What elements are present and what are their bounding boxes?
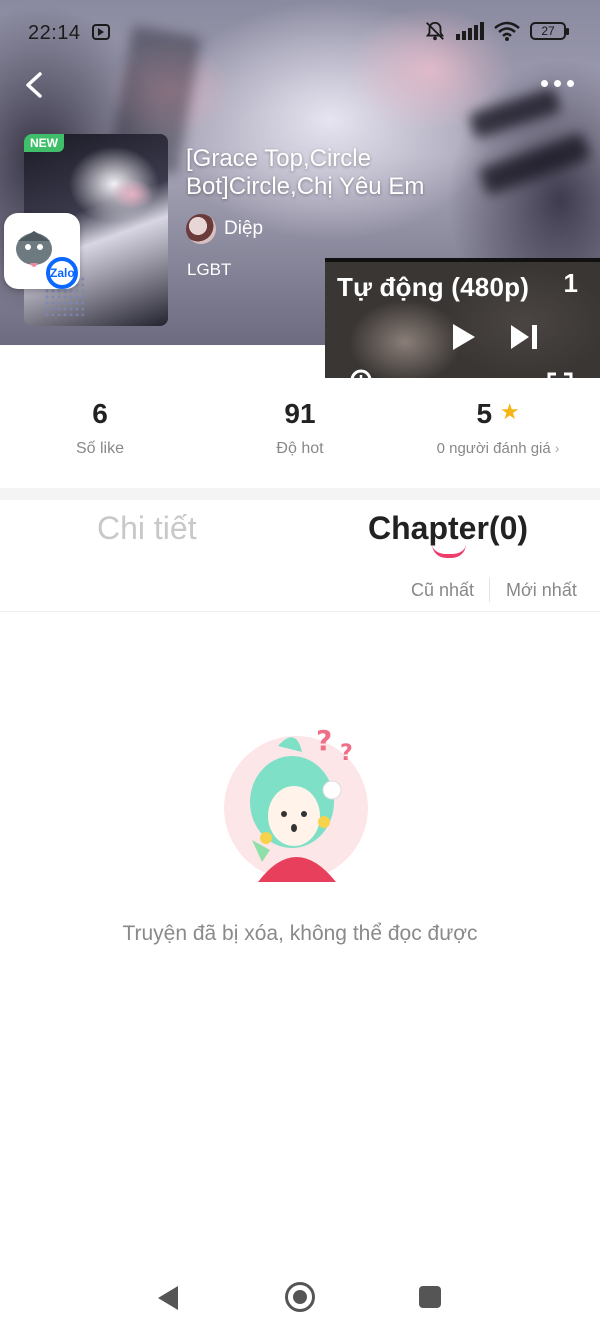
likes-count: 6 bbox=[92, 398, 108, 429]
wifi-icon bbox=[494, 21, 520, 41]
author-name: Diệp bbox=[224, 218, 264, 239]
back-arrow-icon[interactable] bbox=[20, 68, 52, 102]
sort-newest-button[interactable]: Mới nhất bbox=[506, 580, 577, 601]
zalo-label: Zalo bbox=[50, 266, 75, 280]
sort-row: Cũ nhất Mới nhất bbox=[0, 572, 600, 612]
genre-tag[interactable]: LGBT bbox=[187, 260, 231, 280]
rating-label-row: 0 người đánh giá › bbox=[398, 440, 598, 457]
hot-count: 91 bbox=[284, 398, 316, 429]
signal-icon bbox=[456, 22, 484, 40]
sort-divider bbox=[489, 578, 490, 602]
section-divider bbox=[0, 488, 600, 500]
tab-chapter[interactable]: Chapter(0) bbox=[368, 510, 528, 547]
background-art-strip bbox=[468, 86, 562, 140]
more-options-icon[interactable] bbox=[541, 80, 574, 87]
stat-likes: 6 Số like bbox=[0, 398, 200, 458]
author-row[interactable]: Diệp bbox=[186, 214, 263, 244]
chevron-right-icon: › bbox=[554, 440, 560, 456]
active-tab-indicator bbox=[432, 544, 466, 558]
status-icons: 27 bbox=[424, 20, 569, 42]
status-time: 22:14 bbox=[28, 22, 81, 44]
stat-rating[interactable]: 5 ★ 0 người đánh giá › bbox=[398, 398, 598, 457]
likes-label: Số like bbox=[75, 440, 125, 457]
svg-text:?: ? bbox=[340, 741, 353, 766]
youtube-notification-icon bbox=[92, 24, 110, 40]
background-art-strip bbox=[478, 132, 592, 196]
battery-icon: 27 bbox=[530, 22, 569, 40]
skip-next-icon[interactable] bbox=[509, 324, 539, 350]
video-quality-label[interactable]: Tự động (480p) bbox=[337, 272, 529, 303]
sort-oldest-button[interactable]: Cũ nhất bbox=[411, 580, 474, 601]
tab-detail[interactable]: Chi tiết bbox=[97, 510, 197, 547]
new-badge: NEW bbox=[24, 134, 64, 152]
empty-state-message: Truyện đã bị xóa, không thể đọc được bbox=[122, 922, 478, 945]
star-icon: ★ bbox=[499, 399, 520, 424]
nav-home-icon[interactable] bbox=[285, 1282, 315, 1312]
comic-title: [Grace Top,Circle Bot]Circle,Chị Yêu Em bbox=[186, 145, 425, 200]
author-avatar bbox=[186, 214, 216, 244]
video-count: 1 bbox=[563, 268, 578, 298]
rating-value-row: 5 ★ bbox=[398, 398, 598, 430]
stats-row: 6 Số like 91 Độ hot 5 ★ 0 người đánh giá… bbox=[0, 378, 600, 488]
status-bar: 22:14 27 bbox=[0, 0, 600, 66]
system-navigation-bar bbox=[0, 1262, 600, 1333]
svg-text:?: ? bbox=[316, 724, 332, 757]
rating-label: 0 người đánh giá bbox=[436, 440, 551, 457]
nav-recents-icon[interactable] bbox=[419, 1286, 441, 1308]
confused-character-illustration: ? ? bbox=[224, 724, 368, 882]
rating-value: 5 bbox=[476, 398, 493, 429]
bell-off-icon bbox=[425, 21, 445, 41]
hot-label: Độ hot bbox=[276, 440, 324, 457]
nav-back-icon[interactable] bbox=[158, 1286, 178, 1310]
play-icon[interactable] bbox=[453, 324, 475, 350]
stat-hot: 91 Độ hot bbox=[200, 398, 400, 458]
tab-bar: Chi tiết Chapter(0) bbox=[0, 500, 600, 570]
